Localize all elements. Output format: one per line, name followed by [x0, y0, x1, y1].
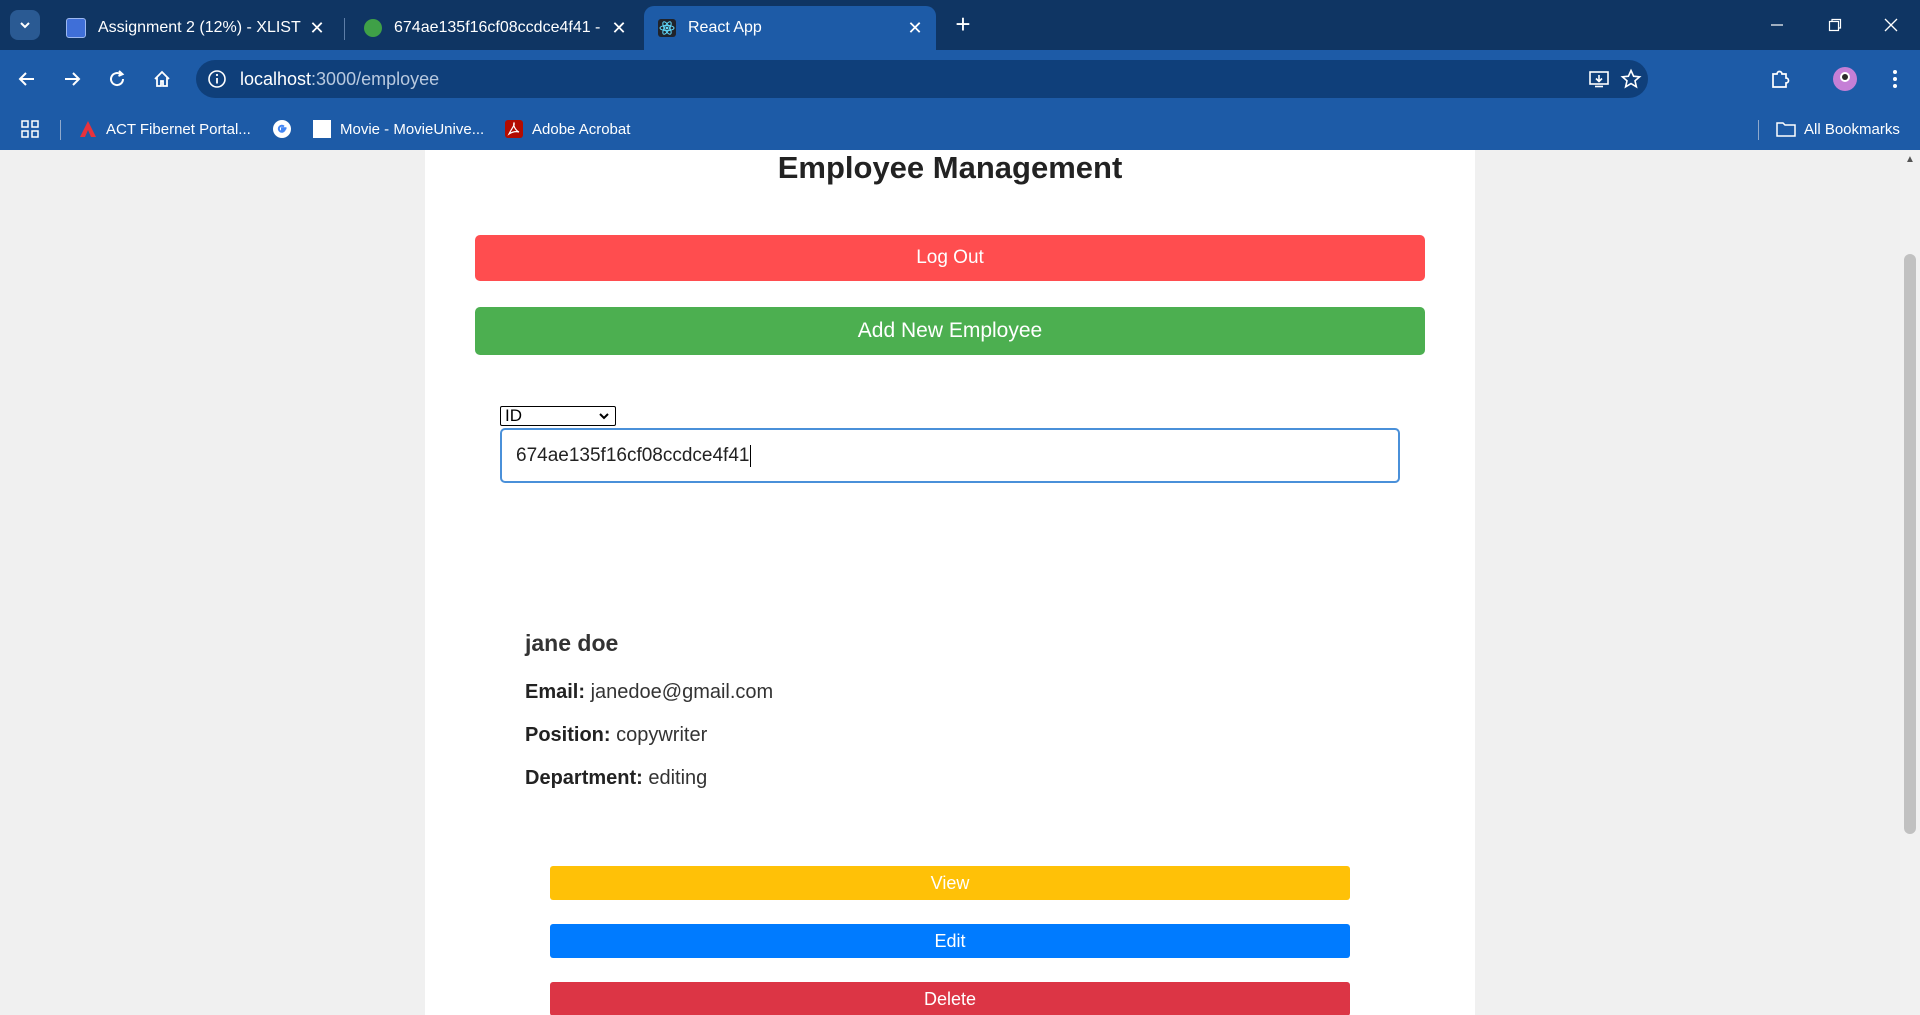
close-window-button[interactable] — [1862, 0, 1920, 50]
close-icon[interactable]: ✕ — [606, 18, 632, 39]
restore-button[interactable] — [1806, 0, 1864, 50]
position-label: Position: — [525, 724, 611, 746]
all-bookmarks-label: All Bookmarks — [1804, 120, 1900, 138]
puzzle-icon — [1772, 70, 1790, 88]
restore-icon — [1828, 18, 1842, 32]
tab-react-app[interactable]: React App ✕ — [644, 6, 936, 50]
close-icon[interactable]: ✕ — [902, 18, 928, 39]
reload-button[interactable] — [100, 62, 134, 96]
department-label: Department: — [525, 767, 643, 789]
text-caret — [750, 444, 752, 467]
apps-grid-icon — [21, 120, 39, 138]
employee-name: jane doe — [525, 630, 619, 656]
act-logo-icon — [78, 119, 98, 139]
forward-button[interactable] — [55, 62, 89, 96]
employee-department: Department: editing — [525, 767, 707, 790]
tab-mongodb[interactable]: 674ae135f16cf08ccdce4f41 - M ✕ — [350, 6, 640, 50]
search-by-value: ID — [505, 406, 522, 425]
minimize-icon — [1771, 24, 1783, 26]
tab-search-button[interactable] — [10, 10, 40, 40]
tab-assignment[interactable]: Assignment 2 (12%) - XLIST Fall ✕ — [52, 6, 338, 50]
extensions-button[interactable] — [1763, 62, 1797, 96]
tab-strip: Assignment 2 (12%) - XLIST Fall ✕ 674ae1… — [0, 0, 1920, 50]
kebab-menu-icon — [1893, 70, 1897, 88]
email-label: Email: — [525, 681, 586, 703]
bookmark-label: Movie - MovieUnive... — [340, 120, 485, 138]
add-employee-button[interactable]: Add New Employee — [475, 307, 1425, 355]
department-value: editing — [648, 767, 708, 789]
email-value: janedoe@gmail.com — [590, 681, 774, 703]
employee-email: Email: janedoe@gmail.com — [525, 681, 773, 704]
chevron-down-icon — [20, 22, 30, 29]
bookmarks-separator — [60, 120, 61, 140]
bookmark-label: Adobe Acrobat — [532, 120, 631, 138]
view-button[interactable]: View — [550, 866, 1350, 900]
vertical-scrollbar[interactable]: ▲ — [1900, 150, 1920, 1015]
employee-card-container: Employee Management Log Out Add New Empl… — [425, 150, 1475, 1015]
bookmark-movie[interactable]: Movie - MovieUnive... — [312, 116, 484, 142]
profile-avatar[interactable] — [1828, 62, 1862, 96]
bookmark-label: ACT Fibernet Portal... — [106, 120, 251, 138]
new-tab-button[interactable]: + — [948, 10, 978, 40]
employee-position: Position: copywriter — [525, 724, 707, 747]
avatar-icon — [1833, 67, 1857, 91]
url-host: localhost — [240, 68, 312, 89]
reload-icon — [110, 70, 125, 87]
page-viewport: Employee Management Log Out Add New Empl… — [0, 150, 1900, 1015]
acrobat-icon — [504, 119, 524, 139]
position-value: copywriter — [616, 724, 708, 746]
arrow-right-icon — [65, 72, 81, 86]
scroll-up-arrow-icon[interactable]: ▲ — [1900, 154, 1920, 166]
bookmark-google[interactable] — [272, 116, 300, 142]
tab-title: React App — [688, 19, 762, 36]
edit-button[interactable]: Edit — [550, 924, 1350, 958]
bookmark-act-fibernet[interactable]: ACT Fibernet Portal... — [78, 116, 251, 142]
close-icon[interactable]: ✕ — [304, 18, 330, 39]
bookmark-star-icon[interactable] — [1618, 66, 1644, 92]
shield-favicon-icon — [66, 18, 86, 38]
search-input-value: 674ae135f16cf08ccdce4f41 — [516, 444, 750, 466]
react-atom-favicon-icon — [658, 19, 676, 37]
bookmarks-separator — [1758, 120, 1759, 140]
search-input[interactable]: 674ae135f16cf08ccdce4f41 — [500, 428, 1400, 483]
search-by-select[interactable]: ID — [500, 406, 616, 426]
tab-separator — [344, 18, 345, 40]
url-path: :3000/employee — [311, 68, 440, 89]
apps-button[interactable] — [20, 116, 40, 142]
chrome-menu-button[interactable] — [1878, 62, 1912, 96]
tab-title: 674ae135f16cf08ccdce4f41 - M — [394, 19, 606, 36]
arrow-left-icon — [18, 72, 34, 86]
page-title: Employee Management — [777, 150, 1123, 185]
close-window-icon — [1884, 18, 1898, 32]
home-icon — [154, 70, 170, 87]
page-icon — [312, 119, 332, 139]
delete-button[interactable]: Delete — [550, 982, 1350, 1015]
home-button[interactable] — [145, 62, 179, 96]
site-info-icon[interactable] — [206, 68, 228, 90]
logout-button[interactable]: Log Out — [475, 235, 1425, 281]
browser-toolbar: localhost:3000/employee — [0, 50, 1920, 108]
mongodb-leaf-favicon-icon — [364, 19, 382, 37]
scrollbar-thumb[interactable] — [1904, 254, 1916, 834]
tab-title: Assignment 2 (12%) - XLIST Fall — [98, 19, 304, 36]
bookmark-adobe-acrobat[interactable]: Adobe Acrobat — [504, 116, 630, 142]
chevron-down-icon — [599, 413, 609, 420]
back-button[interactable] — [10, 62, 44, 96]
minimize-button[interactable] — [1748, 0, 1806, 50]
install-app-icon[interactable] — [1586, 66, 1612, 92]
all-bookmarks-button[interactable]: All Bookmarks — [1776, 116, 1900, 142]
google-icon — [272, 119, 292, 139]
folder-icon — [1776, 119, 1796, 139]
bookmarks-bar: ACT Fibernet Portal... Movie - MovieUniv… — [0, 108, 1920, 150]
address-bar[interactable]: localhost:3000/employee — [196, 60, 1648, 98]
